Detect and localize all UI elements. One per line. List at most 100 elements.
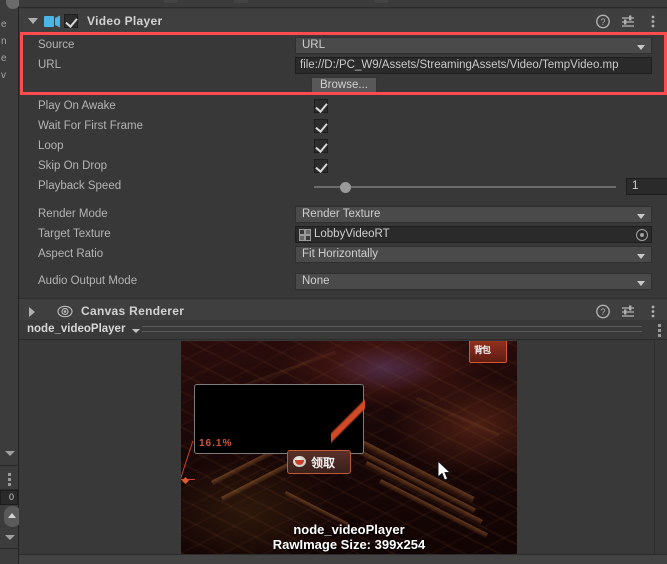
clipped-hierarchy-labels: e n e v — [1, 16, 17, 84]
canvas-renderer-header-icons: ? — [585, 304, 660, 319]
preset-icon[interactable] — [621, 14, 635, 29]
playback-speed-slider-knob[interactable] — [340, 182, 351, 193]
row-audio-output-mode: Audio Output Mode None — [19, 272, 667, 292]
row-wait-for-first-frame: Wait For First Frame — [19, 117, 667, 137]
sliver-ghost-1 — [164, 0, 178, 3]
help-icon[interactable]: ? — [596, 14, 610, 29]
video-player-enabled-checkbox[interactable] — [64, 14, 78, 28]
sliver-ghost-3 — [374, 0, 388, 3]
checkmark-icon — [315, 100, 328, 113]
inspector-panel: Video Player ? Source URL URL file://D:/… — [19, 0, 667, 564]
strip-divider — [0, 465, 19, 466]
canvas-renderer-title: Canvas Renderer — [81, 304, 185, 318]
clipped-label-3: v — [1, 70, 6, 81]
scroll-thumb-partial[interactable] — [6, 0, 20, 9]
video-player-title: Video Player — [87, 14, 163, 28]
checkmark-icon — [315, 120, 328, 133]
row-playback-speed-label: Playback Speed — [38, 180, 122, 192]
preview-overlay-size: RawImage Size: 399x254 — [272, 537, 426, 552]
row-aspect-ratio: Aspect Ratio Fit Horizontally — [19, 245, 667, 265]
row-render-mode: Render Mode Render Texture — [19, 205, 667, 225]
source-dropdown[interactable]: URL — [295, 37, 652, 54]
checkmark-icon — [65, 15, 78, 28]
render-mode-value: Render Texture — [302, 208, 381, 220]
foldout-arrow-icon[interactable] — [29, 307, 35, 317]
strip-caret-down-icon-2[interactable] — [5, 535, 15, 540]
coin-icon — [293, 456, 306, 467]
row-play-on-awake-label: Play On Awake — [38, 100, 116, 112]
row-render-mode-label: Render Mode — [38, 208, 108, 220]
target-texture-object-field[interactable]: LobbyVideoRT — [295, 226, 652, 243]
preset-icon[interactable] — [621, 304, 635, 319]
object-picker-icon[interactable] — [636, 229, 648, 241]
row-playback-speed: Playback Speed 1 — [19, 177, 667, 197]
strip-value-field[interactable]: 0 — [0, 490, 18, 505]
row-url-label: URL — [38, 59, 62, 71]
preview-bag-badge[interactable]: 背包 — [469, 341, 507, 363]
svg-text:?: ? — [600, 17, 605, 27]
aspect-ratio-dropdown[interactable]: Fit Horizontally — [295, 246, 652, 263]
checkmark-icon — [315, 140, 328, 153]
more-menu-icon[interactable] — [646, 304, 660, 319]
sliver-ghost-2 — [234, 0, 248, 3]
video-preview[interactable]: 16.1% 领取 背包 node_videoPlayer RawImage Si… — [181, 341, 517, 554]
playback-speed-field[interactable]: 1 — [626, 178, 667, 195]
chevron-down-icon — [637, 254, 645, 259]
preview-object-name: node_videoPlayer — [27, 323, 126, 335]
source-dropdown-value: URL — [302, 39, 326, 51]
clipped-label-1: n — [1, 36, 7, 47]
browse-button[interactable]: Browse... — [311, 77, 377, 94]
preview-panel-edge-highlight — [331, 385, 365, 455]
help-icon[interactable]: ? — [596, 304, 610, 319]
preview-drag-lines — [142, 326, 642, 334]
playback-speed-value: 1 — [632, 180, 639, 192]
row-skip-on-drop: Skip On Drop — [19, 157, 667, 177]
skip-on-drop-checkbox[interactable] — [314, 159, 328, 173]
strip-more-menu-icon[interactable] — [8, 473, 11, 488]
row-wait-for-first-frame-label: Wait For First Frame — [38, 120, 143, 132]
preview-right-gutter[interactable] — [654, 341, 667, 554]
clipped-label-0: e — [1, 19, 7, 30]
row-url: URL file://D:/PC_W9/Assets/StreamingAsse… — [19, 56, 667, 76]
preview-claim-button[interactable]: 领取 — [287, 450, 351, 474]
preview-more-menu-icon[interactable] — [658, 324, 661, 339]
url-input-value: file://D:/PC_W9/Assets/StreamingAssets/V… — [300, 59, 619, 71]
preview-claim-label: 领取 — [311, 456, 336, 470]
video-player-icon — [44, 14, 60, 29]
checkmark-icon — [315, 160, 328, 173]
strip-divider-3 — [0, 548, 19, 549]
row-source-label: Source — [38, 39, 75, 51]
previous-component-sliver — [19, 0, 667, 8]
row-aspect-ratio-label: Aspect Ratio — [38, 248, 104, 260]
row-source: Source URL — [19, 36, 667, 56]
render-texture-icon — [299, 229, 311, 241]
foldout-arrow-icon[interactable] — [28, 18, 38, 24]
play-on-awake-checkbox[interactable] — [314, 99, 328, 113]
chevron-down-icon[interactable] — [132, 329, 140, 333]
preview-header-bar[interactable]: node_videoPlayer — [19, 320, 667, 340]
audio-output-mode-value: None — [302, 275, 330, 287]
chevron-down-icon — [637, 281, 645, 286]
row-target-texture: Target Texture LobbyVideoRT — [19, 225, 667, 245]
row-browse: Browse... — [19, 76, 667, 96]
bottom-status-strip — [19, 554, 667, 564]
wait-for-first-frame-checkbox[interactable] — [314, 119, 328, 133]
more-menu-icon[interactable] — [646, 14, 660, 29]
video-player-header-icons: ? — [585, 14, 660, 29]
audio-output-mode-dropdown[interactable]: None — [295, 273, 652, 290]
strip-caret-down-icon[interactable] — [5, 451, 15, 456]
eye-icon — [57, 304, 73, 319]
chevron-down-icon — [637, 214, 645, 219]
preview-overlay-title: node_videoPlayer — [293, 522, 405, 537]
loop-checkbox[interactable] — [314, 139, 328, 153]
left-dock-strip: e n e v 0 — [0, 0, 21, 564]
render-mode-dropdown[interactable]: Render Texture — [295, 206, 652, 223]
svg-text:?: ? — [600, 307, 605, 317]
row-loop-label: Loop — [38, 140, 64, 152]
clipped-label-2: e — [1, 53, 7, 64]
playback-speed-slider-track[interactable] — [314, 186, 616, 188]
preview-bag-badge-label: 背包 — [474, 345, 491, 355]
video-player-header[interactable]: Video Player ? — [19, 9, 667, 34]
url-input[interactable]: file://D:/PC_W9/Assets/StreamingAssets/V… — [295, 57, 652, 74]
row-loop: Loop — [19, 137, 667, 157]
